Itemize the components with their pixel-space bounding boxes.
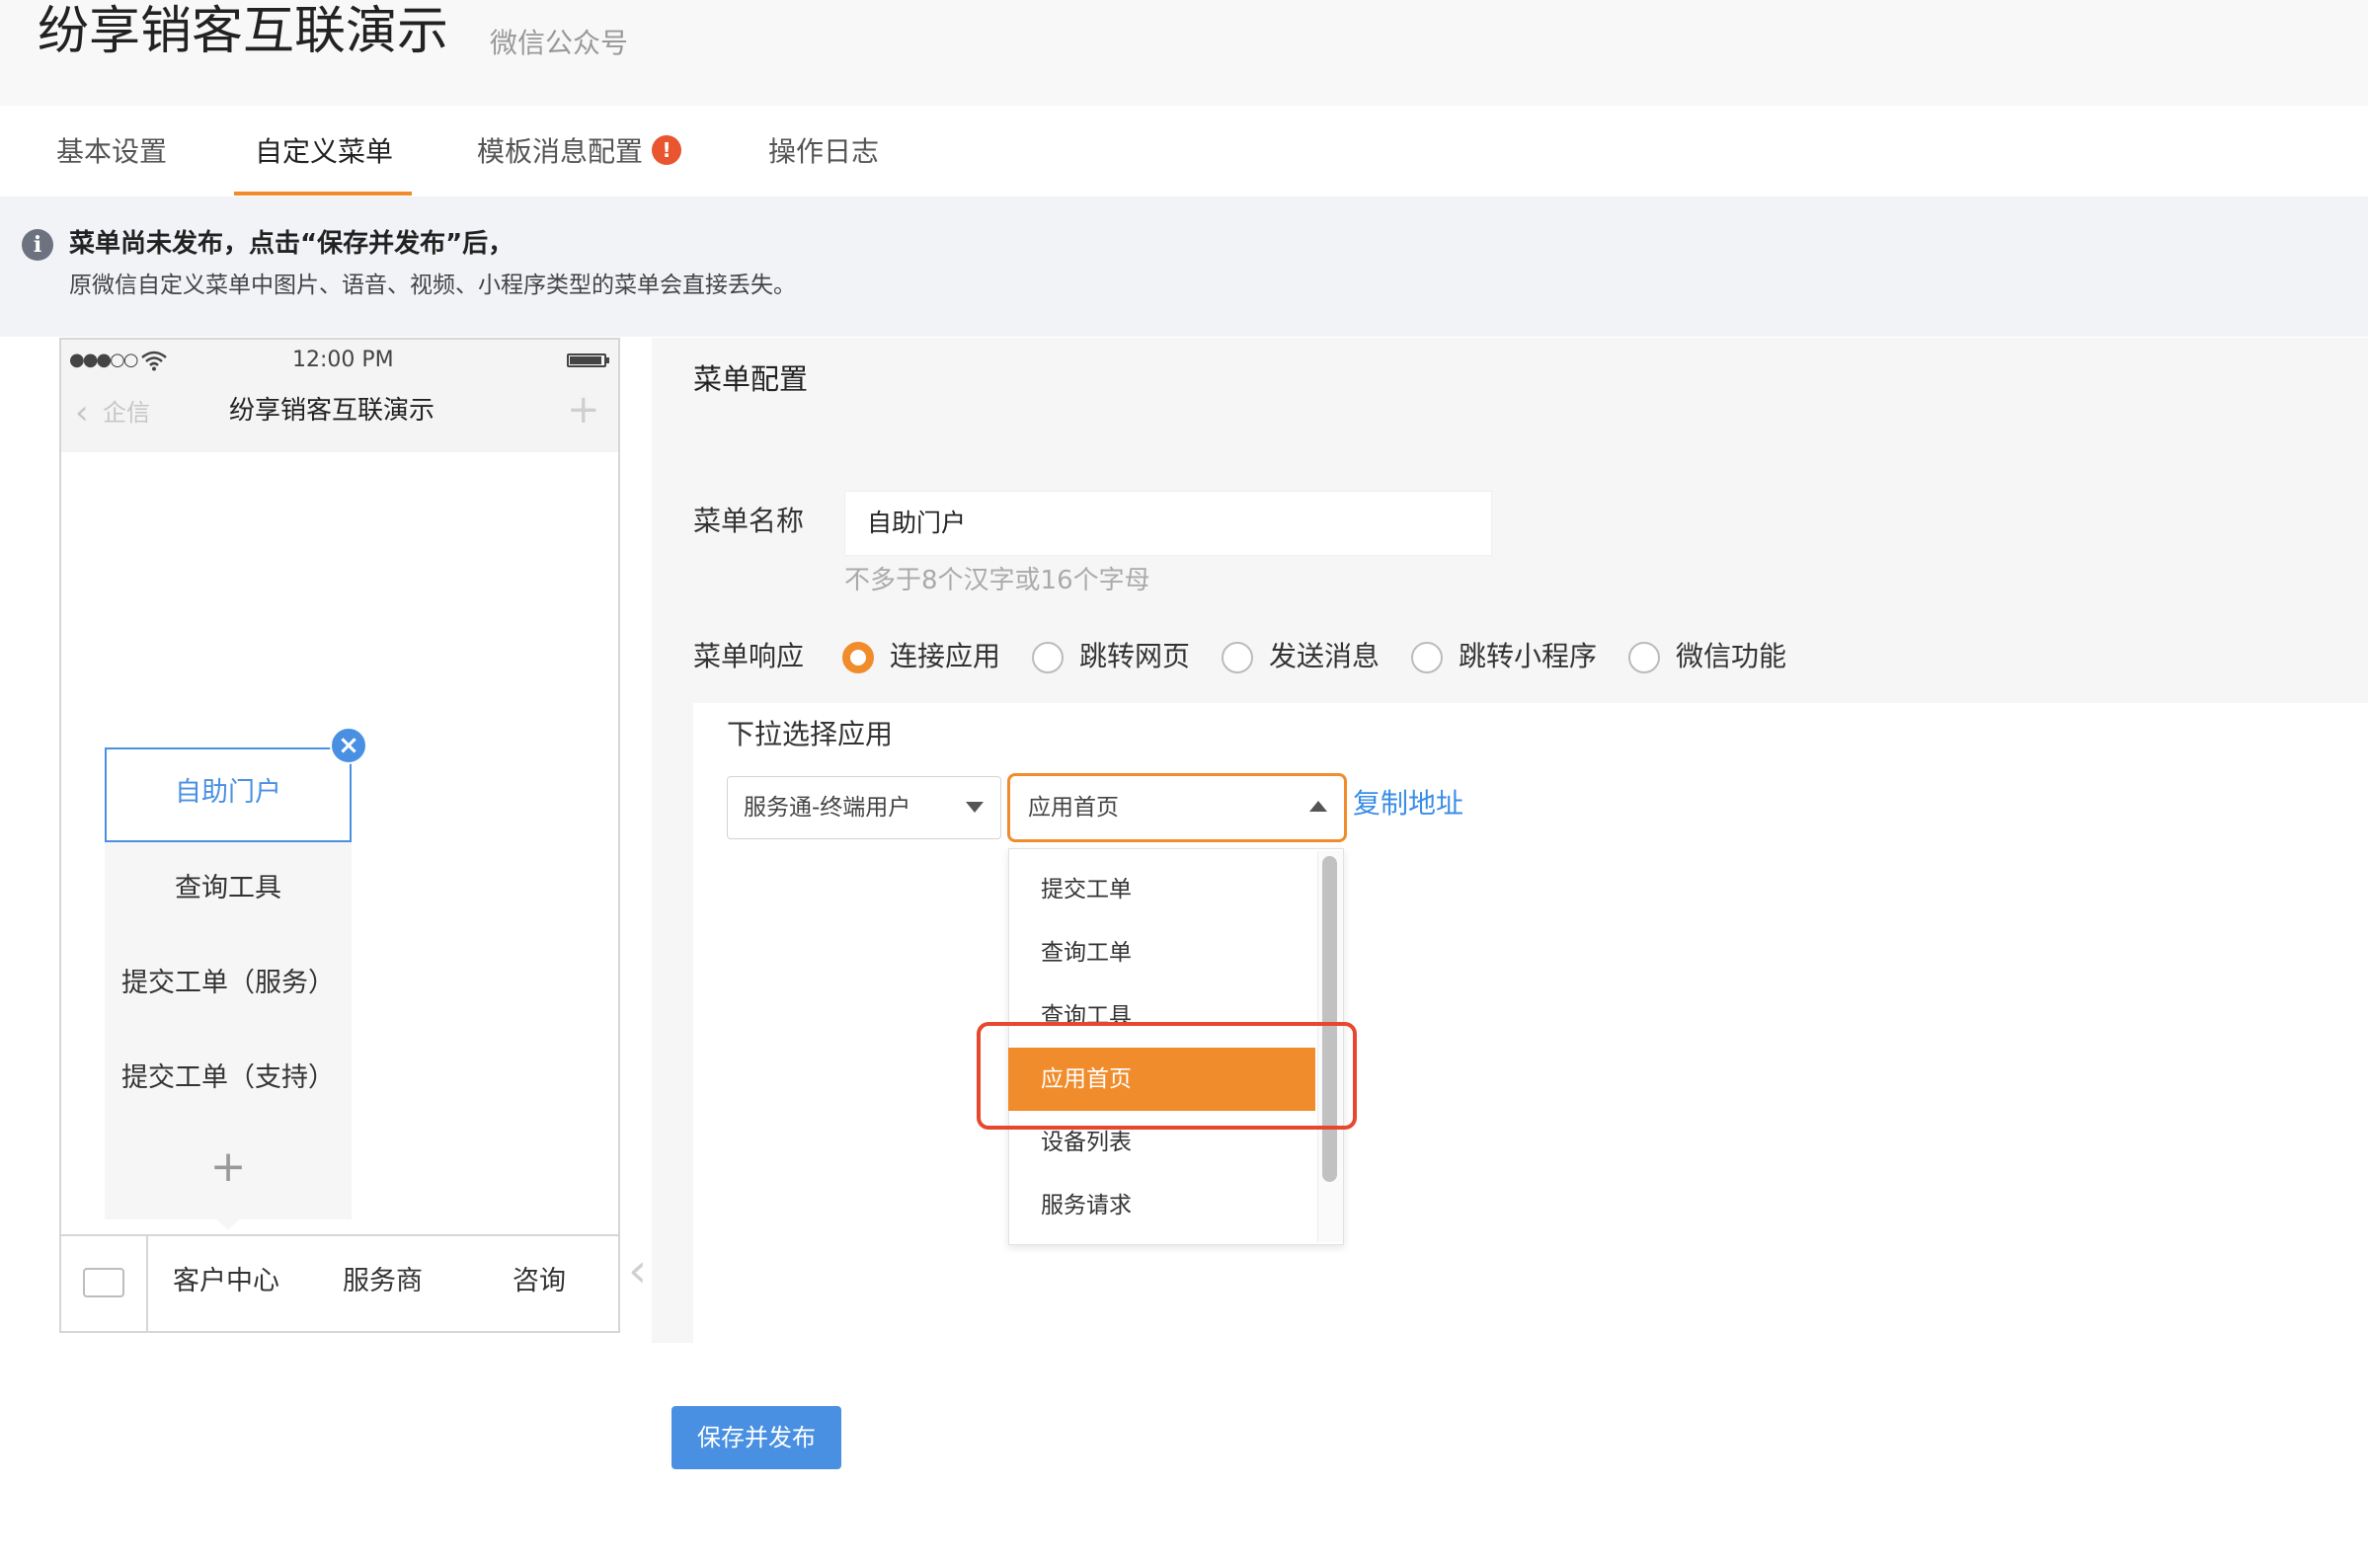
back-chevron-icon: ‹ xyxy=(75,393,89,432)
back-label: 企信 xyxy=(103,399,150,427)
notice-description: 原微信自定义菜单中图片、语音、视频、小程序类型的菜单会直接丢失。 xyxy=(69,273,796,298)
radio-connect-app[interactable] xyxy=(842,642,874,673)
tab-custom-menu[interactable]: 自定义菜单 xyxy=(255,132,393,172)
app-page-select[interactable]: 应用首页 xyxy=(1007,773,1347,842)
app-title: 纷享销客互联演示 xyxy=(38,2,449,61)
app-subtitle: 微信公众号 xyxy=(490,27,629,59)
dropdown-option[interactable]: 提交工单 xyxy=(1041,872,1132,907)
info-icon: i xyxy=(22,229,53,261)
dropdown-option[interactable]: 服务请求 xyxy=(1041,1188,1132,1223)
phone-title: 纷享销客互联演示 xyxy=(229,396,435,426)
submenu-item-label[interactable]: 自助门户 xyxy=(105,773,352,813)
dropdown-scroll-thumb[interactable] xyxy=(1322,856,1337,1182)
dropdown-option[interactable]: 查询工单 xyxy=(1041,935,1132,971)
alert-badge: ! xyxy=(652,135,681,165)
menu-button-consult[interactable]: 咨询 xyxy=(513,1262,566,1301)
collapse-chevron-icon[interactable]: ‹ xyxy=(628,1246,647,1295)
radio-send-message-label[interactable]: 发送消息 xyxy=(1269,637,1380,676)
menu-button-customer-center[interactable]: 客户中心 xyxy=(173,1262,279,1301)
close-icon[interactable]: × xyxy=(330,727,367,764)
submenu-item[interactable]: 查询工具 xyxy=(105,869,352,908)
caret-down-icon xyxy=(966,802,984,813)
wifi-icon xyxy=(141,351,167,371)
menu-name-hint: 不多于8个汉字或16个字母 xyxy=(844,566,1150,595)
menu-response-label: 菜单响应 xyxy=(693,640,805,672)
notice-title: 菜单尚未发布，点击“保存并发布”后， xyxy=(69,229,514,259)
radio-jump-miniprogram-label[interactable]: 跳转小程序 xyxy=(1459,637,1597,676)
copy-address-link[interactable]: 复制地址 xyxy=(1353,784,1463,823)
radio-wechat-function[interactable] xyxy=(1628,642,1660,673)
submenu-item[interactable]: 提交工单（支持） xyxy=(105,1058,352,1098)
selection-highlight-box xyxy=(977,1022,1357,1130)
radio-jump-web-label[interactable]: 跳转网页 xyxy=(1079,637,1190,676)
status-time: 12:00 PM xyxy=(292,348,394,372)
add-submenu-icon[interactable]: + xyxy=(105,1145,352,1189)
menu-name-input[interactable]: 自助门户 xyxy=(844,491,1492,556)
radio-wechat-function-label[interactable]: 微信功能 xyxy=(1676,637,1786,676)
radio-send-message[interactable] xyxy=(1222,642,1253,673)
radio-jump-miniprogram[interactable] xyxy=(1411,642,1443,673)
radio-connect-app-label[interactable]: 连接应用 xyxy=(890,637,1000,676)
tab-operation-log[interactable]: 操作日志 xyxy=(768,132,879,172)
tab-basic-settings[interactable]: 基本设置 xyxy=(56,132,167,172)
save-and-publish-button[interactable]: 保存并发布 xyxy=(671,1406,841,1469)
radio-jump-web[interactable] xyxy=(1032,642,1064,673)
tab-active-indicator xyxy=(234,192,412,196)
keyboard-icon[interactable] xyxy=(83,1268,124,1297)
notice-banner xyxy=(0,196,2368,337)
battery-tip xyxy=(606,357,609,363)
plus-icon: + xyxy=(567,387,600,432)
submenu-item[interactable]: 提交工单（服务） xyxy=(105,964,352,1003)
config-title: 菜单配置 xyxy=(693,362,809,396)
battery-level xyxy=(570,356,601,364)
tab-template-message[interactable]: 模板消息配置 xyxy=(477,132,643,172)
dropdown-option[interactable]: 设备列表 xyxy=(1041,1125,1132,1160)
caret-up-icon xyxy=(1309,801,1327,812)
menu-button-service-provider[interactable]: 服务商 xyxy=(343,1262,423,1301)
menu-name-label: 菜单名称 xyxy=(693,505,805,537)
app-select-label: 下拉选择应用 xyxy=(727,718,894,750)
signal-icon: ●●●○○ xyxy=(69,350,139,370)
app-group-select[interactable]: 服务通-终端用户 xyxy=(727,776,1001,839)
submenu-pointer xyxy=(216,1218,240,1230)
